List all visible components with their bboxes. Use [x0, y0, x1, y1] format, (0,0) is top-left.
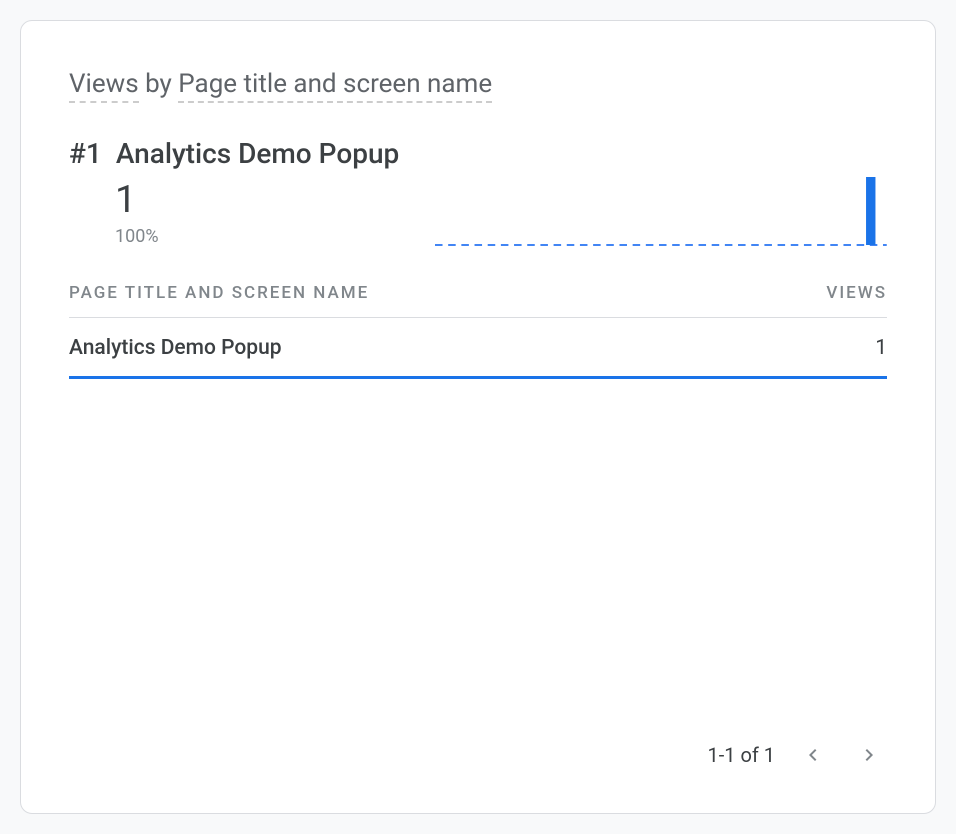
pagination-text: 1-1 of 1 [707, 743, 775, 767]
top-item-value: 1 [115, 180, 399, 222]
analytics-card: Views by Page title and screen name #1 A… [20, 20, 936, 814]
column-header-metric[interactable]: VIEWS [826, 283, 887, 303]
title-dimension[interactable]: Page title and screen name [178, 69, 492, 103]
title-metric[interactable]: Views [69, 69, 139, 103]
row-value: 1 [875, 336, 887, 360]
top-item-summary: #1 Analytics Demo Popup 1 100% [69, 137, 399, 247]
chevron-left-icon [801, 743, 825, 767]
value-block: 1 100% [115, 180, 399, 247]
column-header-dimension[interactable]: PAGE TITLE AND SCREEN NAME [69, 283, 369, 303]
data-table: PAGE TITLE AND SCREEN NAME VIEWS Analyti… [69, 283, 887, 379]
top-item-name: Analytics Demo Popup [116, 137, 399, 170]
sparkline-chart [435, 167, 887, 247]
pagination: 1-1 of 1 [69, 717, 887, 773]
spark-bar [866, 177, 875, 245]
card-title: Views by Page title and screen name [69, 69, 887, 99]
rank-row: #1 Analytics Demo Popup [69, 137, 399, 170]
title-by: by [145, 69, 172, 99]
top-item-percent: 100% [115, 226, 399, 247]
top-item-section: #1 Analytics Demo Popup 1 100% [69, 137, 887, 247]
chevron-right-icon [857, 743, 881, 767]
rank-label: #1 [69, 137, 102, 170]
prev-page-button[interactable] [795, 737, 831, 773]
table-row[interactable]: Analytics Demo Popup 1 [69, 318, 887, 379]
next-page-button[interactable] [851, 737, 887, 773]
content-area: #1 Analytics Demo Popup 1 100% PAGE TITL… [69, 137, 887, 773]
row-name: Analytics Demo Popup [69, 336, 282, 360]
table-header: PAGE TITLE AND SCREEN NAME VIEWS [69, 283, 887, 318]
